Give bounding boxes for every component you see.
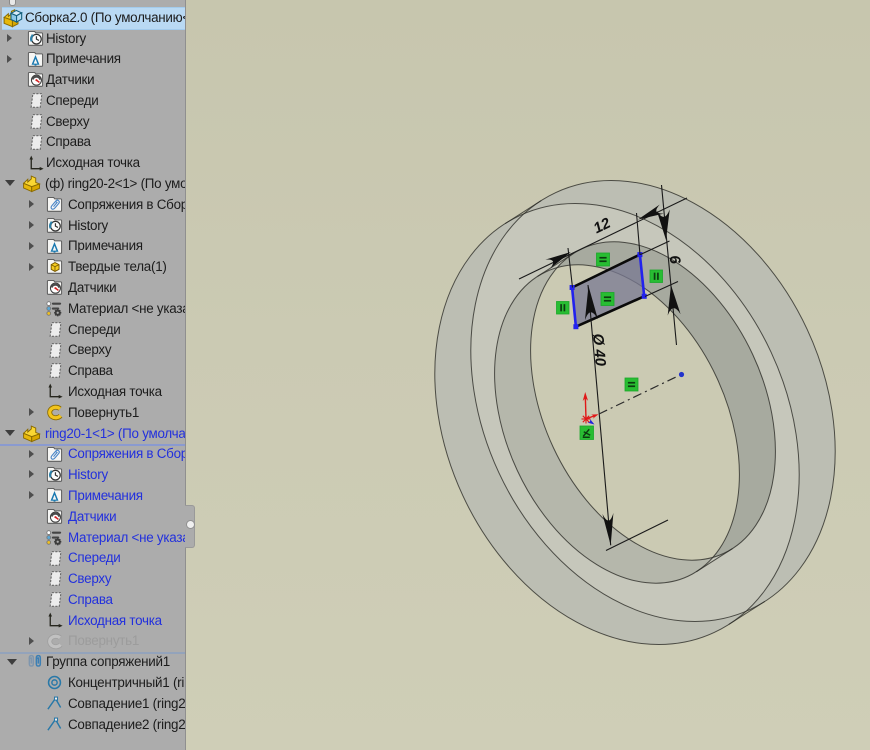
svg-text:Ø 40: Ø 40 [589, 333, 609, 368]
